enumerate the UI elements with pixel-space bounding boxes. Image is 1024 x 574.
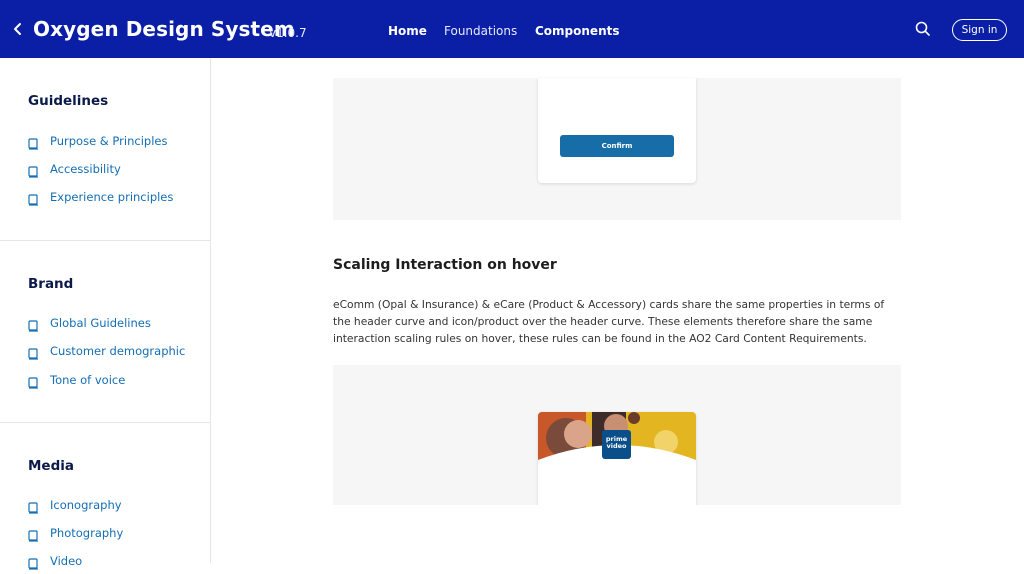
nav-foundations-link[interactable]: Foundations (444, 24, 517, 38)
sidebar-item-label: Photography (50, 526, 124, 540)
version-label: v1.0.7 (269, 26, 307, 40)
sidebar-heading-brand: Brand (28, 276, 74, 292)
book-icon (28, 135, 39, 150)
sidebar-item-global-guidelines[interactable]: Global Guidelines (28, 314, 151, 332)
top-navigation-bar: Oxygen Design System v1.0.7 Home Foundat… (0, 0, 1024, 58)
demo-panel-confirm: Confirm (333, 78, 901, 220)
section-body-text: eComm (Opal & Insurance) & eCare (Produc… (333, 298, 885, 345)
sidebar: Guidelines Purpose & Principles Accessib… (0, 58, 211, 570)
sidebar-section-brand: Brand Global Guidelines Customer demogra… (0, 241, 210, 423)
section-heading: Scaling Interaction on hover (333, 257, 557, 273)
book-icon (28, 555, 39, 570)
sidebar-item-video[interactable]: Video (28, 552, 82, 570)
sidebar-item-photography[interactable]: Photography (28, 524, 123, 542)
main-content: Confirm Scaling Interaction on hover eCo… (211, 58, 1024, 563)
promo-card[interactable]: prime video (538, 412, 696, 505)
sign-in-button[interactable]: Sign in (952, 19, 1007, 41)
sidebar-item-label: Tone of voice (50, 373, 126, 387)
book-icon (28, 527, 39, 542)
sidebar-item-accessibility[interactable]: Accessibility (28, 160, 121, 178)
book-icon (28, 499, 39, 514)
demo-card: Confirm (538, 78, 696, 183)
sidebar-heading-media: Media (28, 458, 74, 474)
prime-video-logo: prime video (602, 430, 631, 459)
confirm-button[interactable]: Confirm (560, 135, 674, 157)
sidebar-item-experience-principles[interactable]: Experience principles (28, 188, 173, 206)
prime-logo-text-line2: video (606, 442, 627, 450)
sidebar-item-iconography[interactable]: Iconography (28, 496, 122, 514)
nav-home-link[interactable]: Home (388, 24, 427, 38)
sidebar-item-label: Purpose & Principles (50, 134, 168, 148)
book-icon (28, 191, 39, 206)
sidebar-item-tone-of-voice[interactable]: Tone of voice (28, 371, 125, 389)
book-icon (28, 163, 39, 178)
sidebar-item-label: Global Guidelines (50, 316, 151, 330)
demo-panel-hover-card: prime video (333, 365, 901, 505)
sidebar-section-media: Media Iconography Photography Video (0, 423, 210, 570)
search-icon[interactable] (914, 20, 932, 38)
book-icon (28, 317, 39, 332)
sidebar-item-label: Experience principles (50, 190, 174, 204)
back-arrow-icon[interactable] (10, 20, 26, 38)
sidebar-item-purpose-principles[interactable]: Purpose & Principles (28, 132, 167, 150)
sidebar-heading-guidelines: Guidelines (28, 93, 109, 109)
book-icon (28, 345, 39, 360)
sidebar-section-guidelines: Guidelines Purpose & Principles Accessib… (0, 58, 210, 241)
sidebar-item-customer-demographic[interactable]: Customer demographic (28, 342, 185, 360)
nav-components-link[interactable]: Components (535, 24, 620, 38)
sidebar-item-label: Customer demographic (50, 344, 186, 358)
site-title[interactable]: Oxygen Design System (33, 17, 295, 41)
sidebar-item-label: Video (50, 554, 83, 568)
book-icon (28, 374, 39, 389)
sidebar-item-label: Accessibility (50, 162, 121, 176)
sidebar-item-label: Iconography (50, 498, 122, 512)
